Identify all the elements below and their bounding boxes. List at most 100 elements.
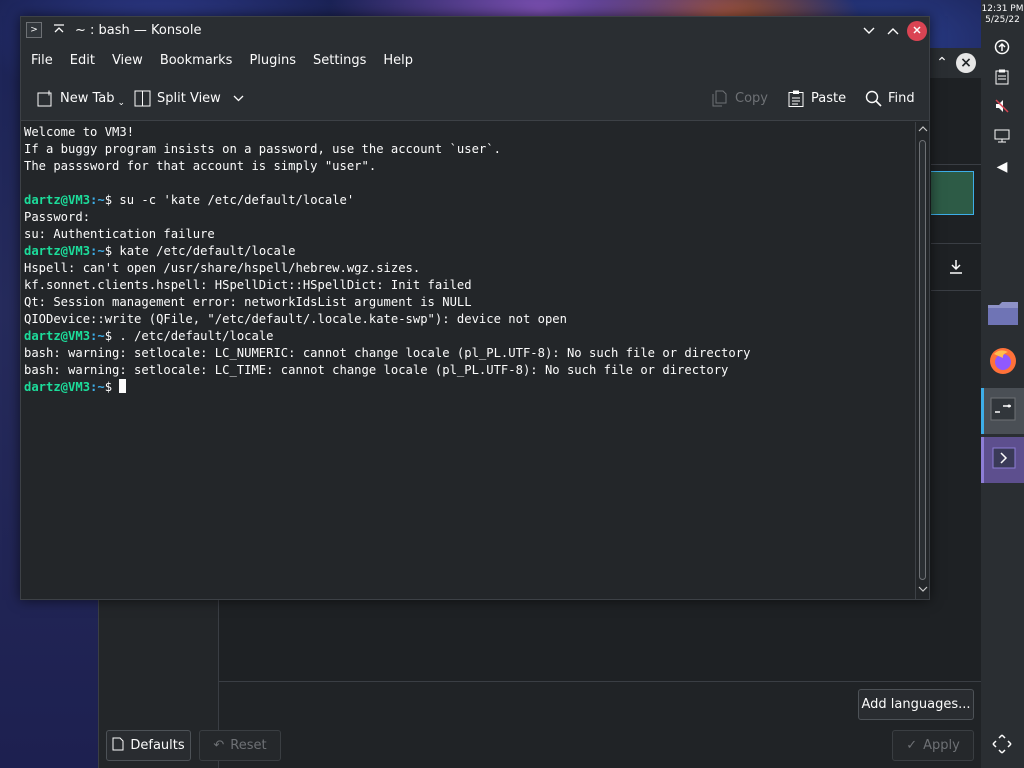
- prompt-path: :~: [90, 193, 105, 207]
- apply-label: Apply: [923, 738, 960, 753]
- terminal-line: QIODevice::write (QFile, "/etc/default/.…: [24, 312, 567, 326]
- konsole-window: > ~ : bash — Konsole File Edit View Book…: [20, 16, 930, 600]
- menu-settings[interactable]: Settings: [313, 53, 377, 68]
- command-text: su -c 'kate /etc/default/locale': [112, 193, 355, 207]
- download-icon[interactable]: [944, 258, 968, 282]
- prompt-symbol: $: [104, 329, 113, 343]
- vertical-scrollbar[interactable]: [915, 122, 929, 599]
- terminal-line: Hspell: can't open /usr/share/hspell/heb…: [24, 261, 421, 275]
- terminal-line: bash: warning: setlocale: LC_TIME: canno…: [24, 363, 729, 377]
- copy-label: Copy: [735, 90, 768, 106]
- chevron-down-icon[interactable]: [233, 91, 244, 106]
- keep-above-icon[interactable]: [50, 21, 68, 39]
- terminal-output[interactable]: Welcome to VM3! If a buggy program insis…: [21, 122, 915, 599]
- prompt-symbol: $: [104, 244, 113, 258]
- toolbar: New Tab ⌄ Split View Copy Paste Find: [21, 75, 929, 121]
- find-label: Find: [888, 90, 915, 106]
- terminal-prompt-line: dartz@VM3:~$ . /etc/default/locale: [24, 328, 915, 345]
- apply-button[interactable]: ✓ Apply: [892, 730, 974, 761]
- terminal-line: Welcome to VM3!: [24, 125, 135, 139]
- selected-language-item[interactable]: [931, 171, 974, 215]
- paste-button[interactable]: Paste: [788, 86, 846, 110]
- text-cursor: [119, 379, 127, 393]
- scroll-down-icon[interactable]: [917, 584, 929, 596]
- konsole-titlebar[interactable]: > ~ : bash — Konsole: [21, 17, 929, 45]
- close-button[interactable]: [907, 21, 927, 41]
- audio-muted-icon[interactable]: [992, 98, 1012, 118]
- scrollbar-handle[interactable]: [919, 140, 926, 580]
- divider: [931, 243, 982, 244]
- find-button[interactable]: Find: [865, 86, 915, 110]
- command-text: . /etc/default/locale: [112, 329, 274, 343]
- terminal-prompt-line: dartz@VM3:~$ kate /etc/default/locale: [24, 243, 915, 260]
- paste-icon: [788, 90, 805, 107]
- document-icon: [112, 737, 124, 755]
- search-icon: [865, 90, 882, 107]
- add-languages-label: Add languages...: [861, 697, 971, 712]
- terminal-line: The passsword for that account is simply…: [24, 159, 377, 173]
- copy-icon: [712, 90, 729, 107]
- terminal-line: Qt: Session management error: networkIds…: [24, 295, 472, 309]
- reset-label: Reset: [230, 738, 267, 753]
- prompt-path: :~: [90, 244, 105, 258]
- scroll-up-icon[interactable]: [917, 124, 929, 136]
- reset-button[interactable]: ↶ Reset: [199, 730, 281, 761]
- menu-plugins[interactable]: Plugins: [249, 53, 307, 68]
- taskbar-item-files[interactable]: [981, 292, 1024, 338]
- update-icon[interactable]: [992, 39, 1012, 59]
- prompt-user: dartz@VM3: [24, 329, 91, 343]
- taskbar-item-konsole[interactable]: [981, 388, 1024, 434]
- taskbar-item-system-settings[interactable]: [981, 437, 1024, 483]
- add-languages-button[interactable]: Add languages...: [858, 689, 974, 720]
- show-hidden-icons-icon[interactable]: ◀: [992, 157, 1012, 177]
- terminal-line: If a buggy program insists on a password…: [24, 142, 501, 156]
- split-view-button[interactable]: Split View: [134, 86, 244, 110]
- desktop-toggle-icon[interactable]: [989, 733, 1015, 759]
- copy-button[interactable]: Copy: [712, 86, 768, 110]
- defaults-label: Defaults: [130, 738, 185, 753]
- undo-icon: ↶: [213, 738, 225, 753]
- menu-edit[interactable]: Edit: [70, 53, 106, 68]
- folder-icon: [987, 299, 1019, 331]
- menu-help[interactable]: Help: [383, 53, 424, 68]
- divider: [931, 164, 982, 165]
- split-view-label: Split View: [157, 90, 221, 106]
- menu-bar: File Edit View Bookmarks Plugins Setting…: [21, 45, 929, 75]
- prompt-symbol: $: [104, 380, 113, 394]
- clock-date[interactable]: 5/25/22: [981, 15, 1024, 25]
- terminal-chevron-icon: [992, 447, 1016, 473]
- menu-view[interactable]: View: [112, 53, 154, 68]
- terminal-prompt-line: dartz@VM3:~$ su -c 'kate /etc/default/lo…: [24, 192, 915, 209]
- command-text: kate /etc/default/locale: [112, 244, 296, 258]
- prompt-symbol: $: [104, 193, 113, 207]
- window-title: ~ : bash — Konsole: [75, 23, 202, 38]
- command-text: [112, 380, 119, 394]
- prompt-user: dartz@VM3: [24, 244, 91, 258]
- konsole-icon: [990, 397, 1016, 425]
- maximize-button[interactable]: [883, 21, 903, 41]
- prompt-path: :~: [90, 329, 105, 343]
- clipboard-icon[interactable]: [992, 69, 1012, 89]
- chevron-up-icon[interactable]: ⌃: [932, 53, 952, 73]
- menu-bookmarks[interactable]: Bookmarks: [160, 53, 244, 68]
- close-icon[interactable]: ×: [956, 53, 976, 73]
- paste-label: Paste: [811, 90, 847, 106]
- minimize-button[interactable]: [859, 21, 879, 41]
- terminal-prompt-line: dartz@VM3:~$: [24, 379, 915, 396]
- clock-time[interactable]: 12:31 PM: [981, 4, 1024, 14]
- split-view-icon: [134, 90, 151, 107]
- network-icon[interactable]: [992, 128, 1012, 148]
- new-tab-button[interactable]: New Tab ⌄: [37, 86, 125, 110]
- menu-file[interactable]: File: [31, 53, 64, 68]
- new-tab-icon: [37, 90, 54, 107]
- prompt-path: :~: [90, 380, 105, 394]
- terminal-line: su: Authentication failure: [24, 227, 215, 241]
- taskbar-item-firefox[interactable]: [981, 340, 1024, 386]
- defaults-button[interactable]: Defaults: [106, 730, 191, 761]
- divider: [931, 290, 982, 291]
- prompt-user: dartz@VM3: [24, 380, 91, 394]
- konsole-icon[interactable]: >: [26, 22, 42, 38]
- taskbar-panel: 12:31 PM 5/25/22 ◀: [981, 0, 1024, 768]
- terminal-line: Password:: [24, 210, 91, 224]
